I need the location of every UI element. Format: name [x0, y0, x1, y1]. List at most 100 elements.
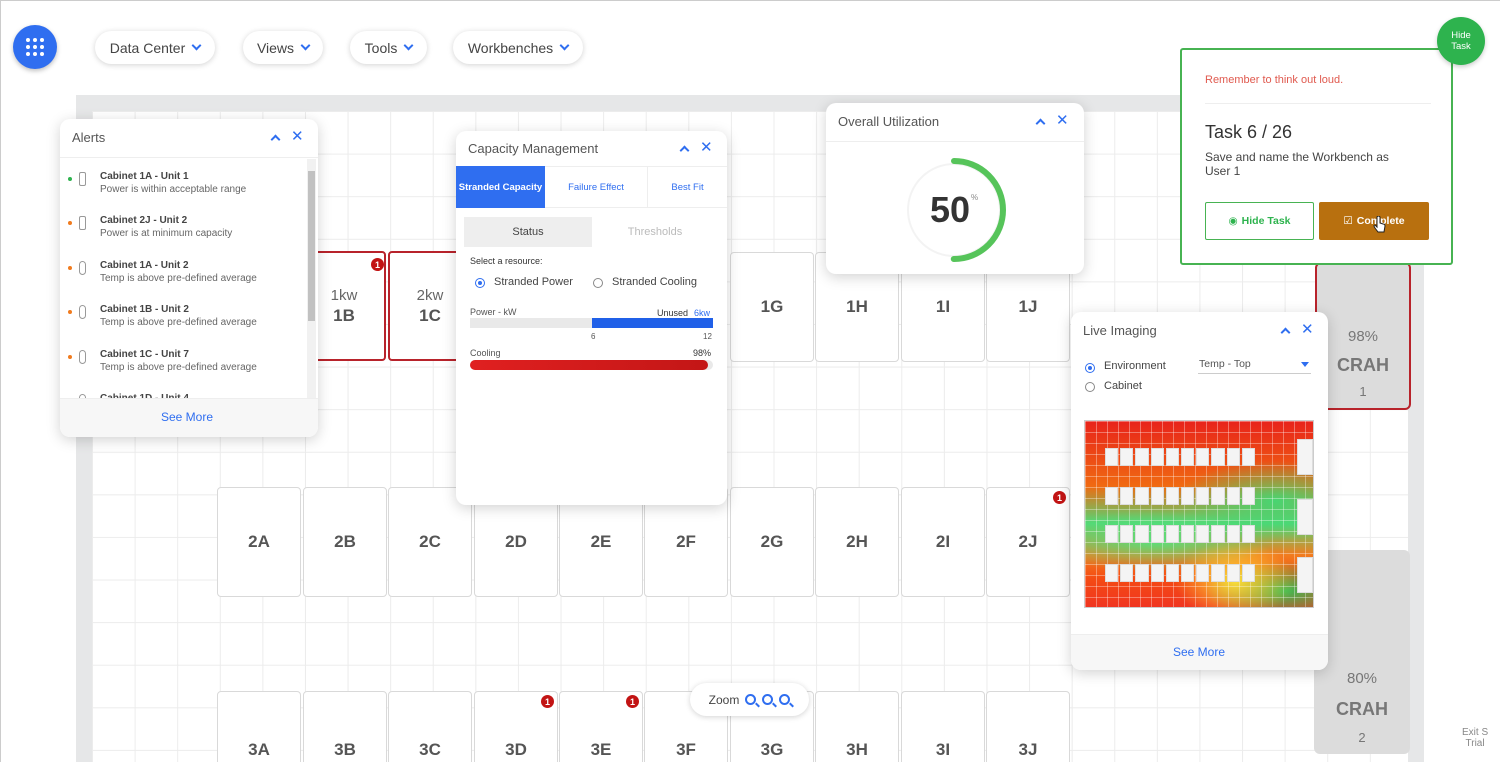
cabinet-tile-3h[interactable]: 3H [815, 691, 899, 762]
crah-name: CRAH [1337, 355, 1389, 375]
apps-menu-button[interactable] [13, 25, 57, 69]
close-icon[interactable]: ✕ [1056, 113, 1069, 128]
task-reminder: Remember to think out loud. [1205, 74, 1344, 86]
collapse-icon[interactable] [679, 145, 690, 155]
utilization-unit: % [971, 193, 979, 202]
alert-title: Cabinet 1C - Unit 7 [100, 349, 189, 360]
cabinet-tile-3a[interactable]: 3A [217, 691, 301, 762]
radio-stranded-power[interactable] [475, 278, 485, 288]
window-top-border [0, 0, 1500, 1]
cabinet-name: 3A [248, 740, 270, 759]
cabinet-name: 1C [419, 305, 441, 325]
chevron-down-icon [191, 40, 202, 51]
temp-select[interactable]: Temp - Top [1198, 356, 1311, 374]
alert-desc: Temp is above pre-defined average [100, 273, 257, 284]
cabinet-name: 3H [846, 740, 868, 759]
cabinet-tile-2a[interactable]: 2A [217, 487, 301, 597]
cabinet-tile-3j[interactable]: 3J [986, 691, 1070, 762]
stranded-power-label: Stranded Power [494, 276, 573, 288]
crah-unit-1[interactable]: 98% CRAH 1 [1315, 262, 1411, 410]
hide-task-corner-button[interactable]: Hide Task [1437, 17, 1485, 65]
see-more-link[interactable]: See More [1173, 645, 1225, 659]
utilization-title: Overall Utilization [838, 114, 940, 129]
cabinet-tile-2c[interactable]: 2C [388, 487, 472, 597]
scrollbar-thumb[interactable] [308, 171, 315, 321]
collapse-icon[interactable] [270, 134, 281, 144]
alert-desc: Temp is above pre-defined average [100, 362, 257, 373]
tab-best-fit[interactable]: Best Fit [648, 166, 727, 208]
rack-row [1105, 487, 1256, 505]
zoom-in-icon[interactable] [745, 694, 757, 705]
cabinet-tile-2b[interactable]: 2B [303, 487, 387, 597]
nav-workbenches[interactable]: Workbenches [453, 31, 583, 64]
power-tick-mid: 6 [591, 332, 596, 341]
radio-cabinet[interactable] [1085, 382, 1095, 392]
cabinet-name: 1H [846, 297, 868, 316]
cabinet-tile-2j[interactable]: 2J 1 [986, 487, 1070, 597]
cabinet-tile-3d[interactable]: 3D 1 [474, 691, 558, 762]
temp-select-value: Temp - Top [1199, 358, 1251, 370]
close-icon[interactable]: ✕ [291, 129, 304, 144]
nav-tools[interactable]: Tools [350, 31, 427, 64]
tab-failure-effect[interactable]: Failure Effect [545, 166, 648, 208]
alert-badge: 1 [1053, 491, 1066, 504]
zoom-reset-icon[interactable] [779, 694, 791, 705]
see-more-link[interactable]: See More [161, 410, 213, 424]
radio-environment[interactable] [1085, 363, 1095, 373]
close-icon[interactable]: ✕ [700, 140, 713, 155]
cabinet-name: 3J [1018, 740, 1038, 759]
nav-views-label: Views [256, 39, 295, 56]
nav-tools-label: Tools [364, 39, 398, 56]
power-tick-max: 12 [703, 332, 712, 341]
list-item[interactable]: Cabinet 1A - Unit 1 Power is within acce… [60, 162, 310, 206]
cabinet-tile-2h[interactable]: 2H [815, 487, 899, 597]
cabinet-name: 3G [760, 740, 784, 759]
select-resource-label: Select a resource: [470, 256, 543, 266]
power-bar-track [470, 318, 713, 328]
list-item[interactable]: Cabinet 1C - Unit 7 Temp is above pre-de… [60, 340, 310, 384]
zoom-out-icon[interactable] [762, 694, 774, 705]
list-item[interactable]: Cabinet 1B - Unit 2 Temp is above pre-de… [60, 295, 310, 339]
cooling-bar-track [470, 360, 713, 370]
task-panel: Remember to think out loud. Task 6 / 26 … [1180, 48, 1453, 265]
battery-icon [79, 172, 86, 186]
thermal-heatmap[interactable] [1084, 420, 1314, 608]
cabinet-tile-2i[interactable]: 2I [901, 487, 985, 597]
status-dot [68, 310, 72, 314]
cabinet-name: 1B [333, 305, 355, 325]
hide-task-button[interactable]: ◉ Hide Task [1205, 202, 1314, 240]
tab-stranded-capacity[interactable]: Stranded Capacity [456, 166, 545, 208]
divider [826, 141, 1084, 142]
list-item[interactable]: Cabinet 1A - Unit 2 Temp is above pre-de… [60, 251, 310, 295]
crah-percent: 80% [1346, 670, 1378, 687]
mouse-pointer-icon [1373, 216, 1386, 233]
rack-row [1105, 525, 1256, 543]
cabinet-name: 2I [935, 532, 951, 551]
collapse-icon[interactable] [1280, 327, 1291, 337]
live-imaging-title: Live Imaging [1083, 323, 1157, 338]
segment-thresholds[interactable]: Thresholds [592, 217, 718, 247]
nav-views[interactable]: Views [243, 31, 323, 64]
cabinet-tile-3e[interactable]: 3E 1 [559, 691, 643, 762]
close-icon[interactable]: ✕ [1301, 322, 1314, 337]
cabinet-tile-3c[interactable]: 3C [388, 691, 472, 762]
alert-badge: 1 [626, 695, 639, 708]
collapse-icon[interactable] [1035, 118, 1046, 128]
rack-row [1105, 564, 1256, 582]
radio-stranded-cooling[interactable] [593, 278, 603, 288]
capacity-panel: Capacity Management ✕ Stranded Capacity … [456, 131, 727, 505]
hide-task-label: Hide Task [1241, 215, 1291, 227]
cabinet-name: 1J [1018, 297, 1038, 316]
hide-task-corner-line2: Task [1451, 41, 1471, 52]
segment-status[interactable]: Status [464, 217, 592, 247]
list-item[interactable]: Cabinet 2J - Unit 2 Power is at minimum … [60, 206, 310, 250]
nav-workbenches-label: Workbenches [467, 39, 554, 56]
cabinet-tile-2g[interactable]: 2G [730, 487, 814, 597]
cabinet-tile-3i[interactable]: 3I [901, 691, 985, 762]
cabinet-tile-3b[interactable]: 3B [303, 691, 387, 762]
alert-title: Cabinet 1A - Unit 1 [100, 171, 189, 182]
nav-data-center[interactable]: Data Center [95, 31, 215, 64]
zoom-control: Zoom [690, 683, 809, 716]
crah-unit-2[interactable]: 80% CRAH 2 [1314, 550, 1410, 754]
cabinet-tile-1g[interactable]: 1G [730, 252, 814, 362]
